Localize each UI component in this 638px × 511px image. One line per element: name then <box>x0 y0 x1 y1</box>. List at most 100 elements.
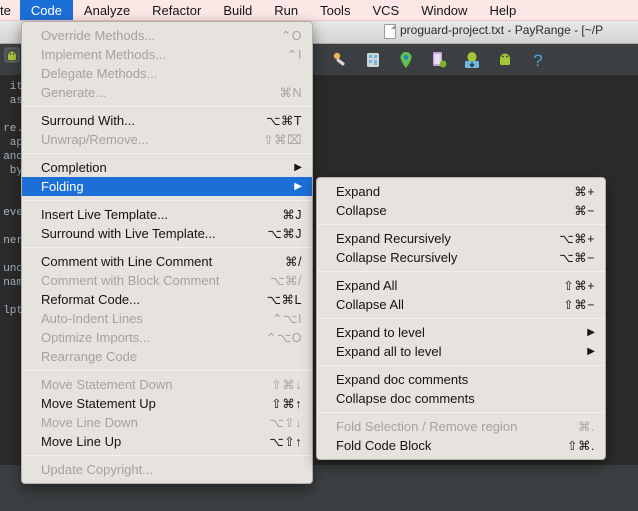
menu-separator <box>317 365 605 366</box>
menu-separator <box>317 224 605 225</box>
menu-item-label: Override Methods... <box>41 28 156 43</box>
menu-item-label: Reformat Code... <box>41 292 140 307</box>
menu-item-label: Comment with Line Comment <box>41 254 213 269</box>
android-icon[interactable] <box>495 50 515 70</box>
menu-item-generate: Generate... ⌘N <box>22 83 312 102</box>
menu-item-label: Auto-Indent Lines <box>41 311 143 326</box>
menu-item-label: Comment with Block Comment <box>41 273 220 288</box>
menu-item-shortcut: ⌃I <box>287 48 302 62</box>
menu-item-shortcut: ⇧⌘↓ <box>271 378 302 392</box>
menu-item-label: Move Statement Up <box>41 396 156 411</box>
menu-item-implement-methods: Implement Methods... ⌃I <box>22 45 312 64</box>
menubar-item-window[interactable]: Window <box>410 0 478 20</box>
menu-item-label: Folding <box>41 179 84 194</box>
menu-item-collapse-all[interactable]: Collapse All ⇧⌘− <box>317 295 605 314</box>
menu-item-expand[interactable]: Expand ⌘+ <box>317 182 605 201</box>
menu-item-label: Surround With... <box>41 113 135 128</box>
menu-item-shortcut: ⌥⌘L <box>266 293 302 307</box>
menu-item-expand-recursively[interactable]: Expand Recursively ⌥⌘+ <box>317 229 605 248</box>
menubar-item-analyze[interactable]: Analyze <box>73 0 141 20</box>
menubar-item-run[interactable]: Run <box>263 0 309 20</box>
menu-item-label: Update Copyright... <box>41 462 154 477</box>
sync-gradle-icon[interactable] <box>462 50 482 70</box>
menu-item-label: Surround with Live Template... <box>41 226 216 241</box>
menu-item-shortcut: ⌥⌘/ <box>270 274 302 288</box>
menu-item-expand-to-level[interactable]: Expand to level ▶ <box>317 323 605 342</box>
menu-item-shortcut: ⌘/ <box>285 255 302 269</box>
folding-submenu[interactable]: Expand ⌘+ Collapse ⌘− Expand Recursively ⌥⌘+ C… <box>316 177 606 460</box>
menubar-item-label: Analyze <box>83 2 131 18</box>
menubar-item-tools[interactable]: Tools <box>309 0 361 20</box>
menubar-item-te[interactable]: te <box>0 0 20 20</box>
menu-item-label: Expand <box>336 184 381 199</box>
window-title-text: proguard-project.txt - PayRange - [~/P <box>400 23 604 37</box>
menu-item-delegate-methods: Delegate Methods... <box>22 64 312 83</box>
menu-item-label: Collapse Recursively <box>336 250 458 265</box>
menu-item-shortcut: ⇧⌘↑ <box>271 397 302 411</box>
menu-item-collapse-recursively[interactable]: Collapse Recursively ⌥⌘− <box>317 248 605 267</box>
menubar-item-label: Window <box>421 2 468 18</box>
menu-item-shortcut: ⇧⌘− <box>563 298 595 312</box>
menu-item-label: Rearrange Code <box>41 349 138 364</box>
menu-item-label: Expand all to level <box>336 344 442 359</box>
menu-item-comment-with-line-comment[interactable]: Comment with Line Comment ⌘/ <box>22 252 312 271</box>
menubar-item-label: Run <box>274 2 299 18</box>
menubar-item-label: Help <box>489 2 517 18</box>
menu-item-collapse[interactable]: Collapse ⌘− <box>317 201 605 220</box>
menu-item-surround-with-live-template[interactable]: Surround with Live Template... ⌥⌘J <box>22 224 312 243</box>
chevron-right-icon: ▶ <box>294 180 302 192</box>
menu-item-shortcut: ⌥⇧↓ <box>269 416 302 430</box>
device-monitor-icon[interactable] <box>429 50 449 70</box>
menu-item-move-line-down: Move Line Down ⌥⇧↓ <box>22 413 312 432</box>
menu-item-expand-doc-comments[interactable]: Expand doc comments <box>317 370 605 389</box>
menubar-item-help[interactable]: Help <box>478 0 527 20</box>
menu-item-label: Move Statement Down <box>41 377 173 392</box>
menu-separator <box>22 455 312 456</box>
menu-item-insert-live-template[interactable]: Insert Live Template... ⌘J <box>22 205 312 224</box>
menu-item-expand-all-to-level[interactable]: Expand all to level ▶ <box>317 342 605 361</box>
menu-separator <box>22 153 312 154</box>
menu-item-move-statement-up[interactable]: Move Statement Up ⇧⌘↑ <box>22 394 312 413</box>
help-icon[interactable]: ? <box>528 50 548 70</box>
menu-item-shortcut: ⌘. <box>578 420 595 434</box>
menu-item-override-methods: Override Methods... ⌃O <box>22 26 312 45</box>
menu-item-reformat-code[interactable]: Reformat Code... ⌥⌘L <box>22 290 312 309</box>
menu-item-shortcut: ⌥⌘+ <box>559 232 595 246</box>
menu-item-expand-all[interactable]: Expand All ⇧⌘+ <box>317 276 605 295</box>
avd-manager-icon[interactable] <box>363 50 383 70</box>
menu-item-unwrap-remove: Unwrap/Remove... ⇧⌘⌧ <box>22 130 312 149</box>
menubar-item-label: Code <box>30 2 62 18</box>
menubar-item-label: te <box>0 2 11 18</box>
menubar-item-code[interactable]: Code <box>19 0 73 20</box>
menubar-item-vcs[interactable]: VCS <box>361 0 410 20</box>
menu-item-label: Delegate Methods... <box>41 66 158 81</box>
ide-toolbar-icons[interactable]: ? <box>330 50 548 70</box>
menu-separator <box>317 412 605 413</box>
menubar-item-label: VCS <box>372 2 400 18</box>
menu-item-folding[interactable]: Folding ▶ <box>22 177 312 196</box>
menubar-item-label: Build <box>223 2 253 18</box>
menu-item-completion[interactable]: Completion ▶ <box>22 158 312 177</box>
sdk-manager-icon[interactable] <box>330 50 350 70</box>
menu-item-label: Expand to level <box>336 325 425 340</box>
menubar-item-build[interactable]: Build <box>212 0 263 20</box>
menu-item-optimize-imports: Optimize Imports... ⌃⌥O <box>22 328 312 347</box>
menu-separator <box>317 271 605 272</box>
menu-item-shortcut: ⌃⌥O <box>265 331 302 345</box>
menu-item-label: Expand All <box>336 278 398 293</box>
android-icon-left[interactable] <box>4 47 20 63</box>
menu-item-shortcut: ⌃O <box>280 29 302 43</box>
menu-item-comment-with-block-comment: Comment with Block Comment ⌥⌘/ <box>22 271 312 290</box>
code-dropdown-menu[interactable]: Override Methods... ⌃O Implement Methods..… <box>21 21 313 484</box>
menu-item-label: Unwrap/Remove... <box>41 132 149 147</box>
menu-bar[interactable]: te Code Analyze Refactor Build Run Tools VCS Win… <box>0 0 638 21</box>
menu-item-fold-code-block[interactable]: Fold Code Block ⇧⌘. <box>317 436 605 455</box>
menu-separator <box>317 318 605 319</box>
menu-item-surround-with[interactable]: Surround With... ⌥⌘T <box>22 111 312 130</box>
location-pin-icon[interactable] <box>396 50 416 70</box>
menu-item-shortcut: ⇧⌘. <box>567 439 595 453</box>
menu-item-move-line-up[interactable]: Move Line Up ⌥⇧↑ <box>22 432 312 451</box>
menu-item-collapse-doc-comments[interactable]: Collapse doc comments <box>317 389 605 408</box>
menubar-item-refactor[interactable]: Refactor <box>141 0 212 20</box>
svg-text:?: ? <box>533 51 542 70</box>
